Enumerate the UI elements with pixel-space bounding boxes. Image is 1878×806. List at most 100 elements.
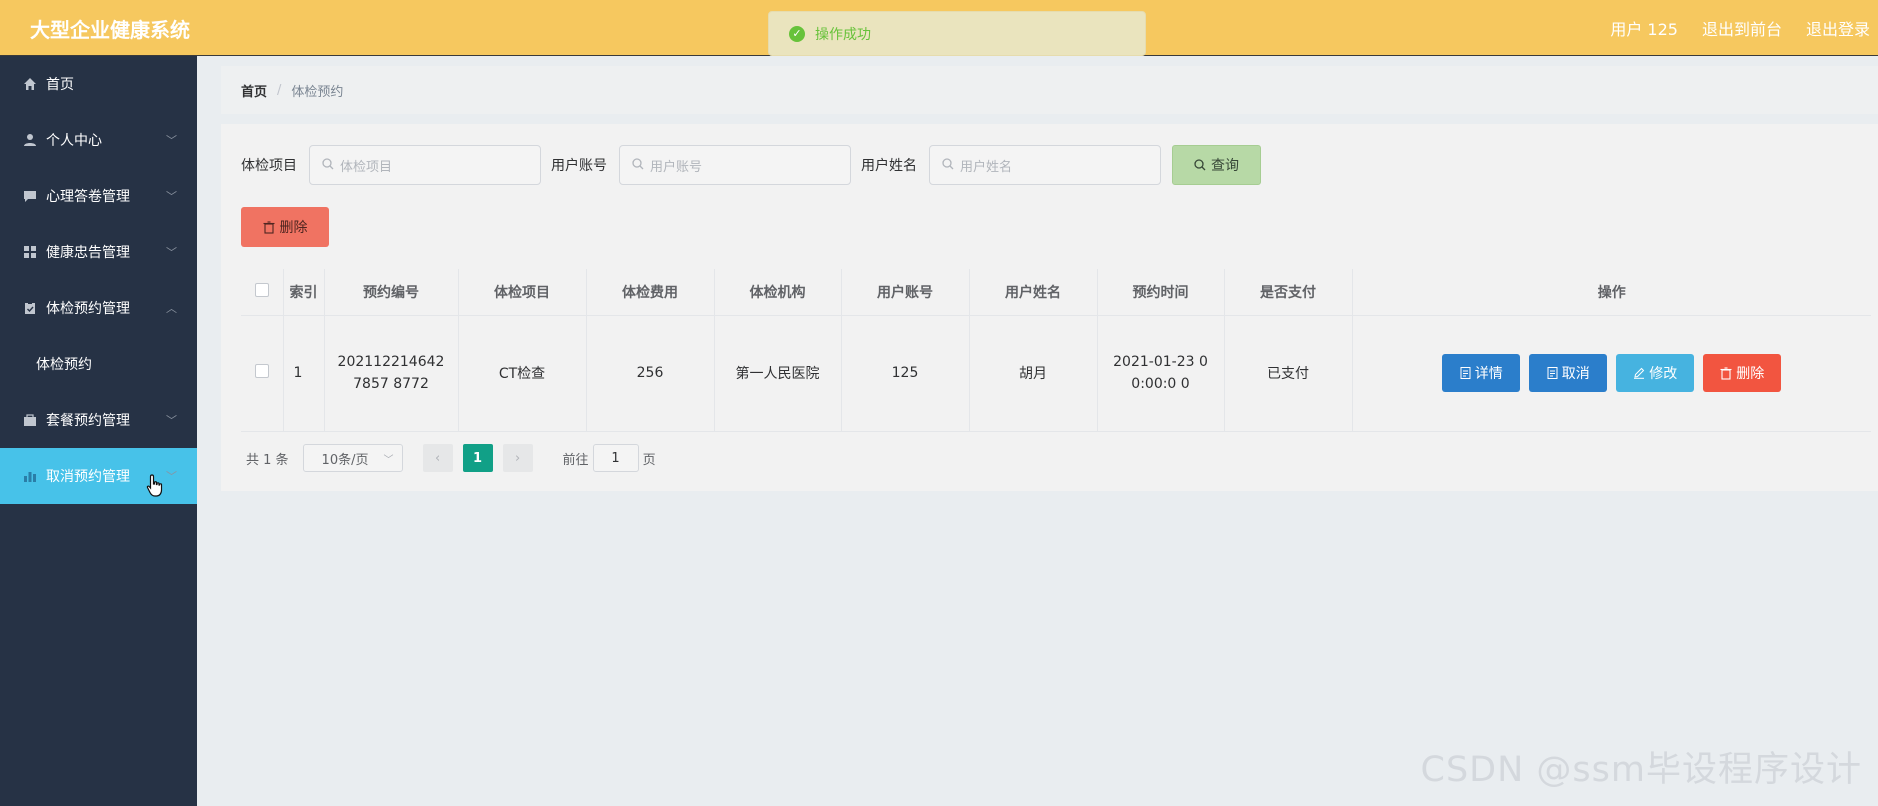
sidebar-item-label: 体检预约 — [36, 357, 92, 373]
prev-page-button[interactable]: ‹ — [422, 444, 453, 472]
table-row: 1 2021122146427857 8772 CT检查 256 第一人民医院 … — [241, 315, 1872, 432]
check-circle-icon: ✓ — [789, 25, 805, 42]
search-icon — [942, 157, 954, 173]
sidebar-item-checkup-booking-mgmt[interactable]: 体检预约管理 ︿ — [0, 280, 197, 336]
column-header: 操作 — [1351, 269, 1871, 316]
row-checkbox[interactable] — [254, 364, 269, 378]
row-actions: 详情 取消 修改 删除 — [1353, 354, 1872, 392]
page-size-value: 10条/页 — [321, 452, 369, 468]
breadcrumb-separator: / — [277, 82, 282, 98]
current-page[interactable]: 1 — [462, 444, 493, 472]
column-header: 体检费用 — [585, 269, 715, 316]
chevron-up-icon: ︿ — [166, 302, 177, 315]
sidebar-subitem-checkup-booking[interactable]: 体检预约 — [0, 336, 197, 392]
cell-booking-no: 2021122146427857 8772 — [323, 315, 459, 432]
select-all-checkbox[interactable] — [254, 282, 269, 297]
search-icon — [322, 157, 334, 173]
cell-institution: 第一人民医院 — [713, 315, 842, 432]
search-form: 体检项目 体检项目 用户账号 用户账号 用户姓名 用户姓名 查询 — [241, 145, 1261, 185]
chevron-down-icon: ﹀ — [166, 246, 177, 259]
column-header: 用户姓名 — [968, 269, 1098, 316]
chevron-down-icon: ﹀ — [166, 134, 177, 147]
sidebar-item-label: 心理答卷管理 — [46, 189, 130, 205]
home-icon — [22, 76, 38, 92]
cell-paid: 已支付 — [1223, 315, 1353, 432]
detail-button[interactable]: 详情 — [1442, 354, 1521, 392]
cell-name: 胡月 — [968, 315, 1098, 432]
user-icon — [22, 132, 38, 148]
select-all-cell[interactable] — [241, 269, 284, 316]
sidebar-item-label: 取消预约管理 — [46, 469, 130, 485]
success-toast: ✓ 操作成功 — [768, 11, 1146, 56]
clipboard-icon — [22, 300, 38, 316]
chevron-down-icon: ﹀ — [166, 470, 177, 483]
briefcase-icon — [22, 412, 38, 428]
checkup-item-search-input[interactable]: 体检项目 — [309, 145, 541, 185]
sidebar-item-questionnaire[interactable]: 心理答卷管理 ﹀ — [0, 168, 197, 224]
delete-button-label: 删除 — [1736, 366, 1765, 382]
edit-button[interactable]: 修改 — [1616, 354, 1695, 392]
sidebar-item-label: 体检预约管理 — [46, 301, 130, 317]
goto-suffix: 页 — [642, 452, 656, 468]
watermark: CSDN @ssm毕设程序设计 — [1420, 750, 1862, 790]
cell-actions: 详情 取消 修改 删除 — [1351, 315, 1872, 432]
column-header: 用户账号 — [840, 269, 970, 316]
search-placeholder: 用户账号 — [650, 159, 703, 175]
back-to-frontend-link[interactable]: 退出到前台 — [1702, 16, 1782, 40]
cell-account: 125 — [840, 315, 970, 432]
delete-button[interactable]: 删除 — [1703, 354, 1782, 392]
sidebar-item-label: 个人中心 — [46, 133, 102, 149]
cell-index: 1 — [282, 315, 325, 432]
sidebar-item-personal-center[interactable]: 个人中心 ﹀ — [0, 112, 197, 168]
trash-icon — [1720, 366, 1732, 380]
document-icon — [1460, 367, 1471, 379]
sidebar-item-package-booking-mgmt[interactable]: 套餐预约管理 ﹀ — [0, 392, 197, 448]
column-header: 是否支付 — [1223, 269, 1353, 316]
pagination: 共 1 条 10条/页 ﹀ ‹ 1 › 前往 1 页 — [246, 444, 656, 472]
sidebar: 首页 个人中心 ﹀ 心理答卷管理 ﹀ 健康忠告管理 ﹀ 体检预约管理 ︿ 体检预… — [0, 56, 197, 806]
query-button[interactable]: 查询 — [1172, 145, 1261, 185]
sidebar-item-cancel-booking-mgmt[interactable]: 取消预约管理 ﹀ — [0, 448, 197, 504]
edit-button-label: 修改 — [1649, 366, 1678, 382]
breadcrumb: 首页 / 体检预约 — [221, 66, 1878, 114]
breadcrumb-home[interactable]: 首页 — [241, 81, 267, 100]
cancel-button-label: 取消 — [1561, 366, 1590, 382]
sidebar-item-health-advice[interactable]: 健康忠告管理 ﹀ — [0, 224, 197, 280]
detail-button-label: 详情 — [1474, 366, 1503, 382]
column-header: 体检机构 — [713, 269, 842, 316]
search-icon — [1194, 159, 1206, 171]
sidebar-item-home[interactable]: 首页 — [0, 56, 197, 112]
chevron-right-icon: › — [514, 450, 521, 466]
goto-page: 前往 1 页 — [563, 444, 656, 472]
pencil-icon — [1633, 367, 1645, 379]
total-count: 共 1 条 — [246, 452, 289, 468]
chevron-down-icon: ﹀ — [166, 414, 177, 427]
toast-message: 操作成功 — [815, 26, 871, 43]
column-header: 预约时间 — [1096, 269, 1225, 316]
cancel-button[interactable]: 取消 — [1529, 354, 1608, 392]
search-label-account: 用户账号 — [551, 158, 607, 174]
page-size-select[interactable]: 10条/页 ﹀ — [302, 444, 403, 472]
row-select-cell[interactable] — [241, 315, 284, 432]
logout-link[interactable]: 退出登录 — [1806, 16, 1870, 40]
search-placeholder: 体检项目 — [340, 159, 393, 175]
batch-delete-label: 删除 — [279, 220, 308, 236]
sidebar-item-label: 健康忠告管理 — [46, 245, 130, 261]
search-icon — [632, 157, 644, 173]
column-header: 预约编号 — [323, 269, 459, 316]
table-header-row: 索引 预约编号 体检项目 体检费用 体检机构 用户账号 用户姓名 预约时间 是否… — [241, 269, 1871, 316]
batch-delete-button[interactable]: 删除 — [241, 207, 329, 247]
cell-fee: 256 — [585, 315, 715, 432]
sidebar-item-label: 首页 — [46, 77, 74, 93]
user-name-search-input[interactable]: 用户姓名 — [929, 145, 1161, 185]
user-label[interactable]: 用户 125 — [1610, 16, 1678, 40]
user-account-search-input[interactable]: 用户账号 — [619, 145, 851, 185]
column-header: 索引 — [282, 269, 325, 316]
hand-pointer-icon — [146, 474, 163, 497]
booking-table: 索引 预约编号 体检项目 体检费用 体检机构 用户账号 用户姓名 预约时间 是否… — [241, 269, 1871, 432]
goto-page-input[interactable]: 1 — [592, 444, 639, 472]
next-page-button[interactable]: › — [502, 444, 533, 472]
trash-icon — [263, 220, 275, 234]
breadcrumb-current: 体检预约 — [291, 84, 344, 100]
chevron-down-icon: ﹀ — [166, 190, 177, 203]
